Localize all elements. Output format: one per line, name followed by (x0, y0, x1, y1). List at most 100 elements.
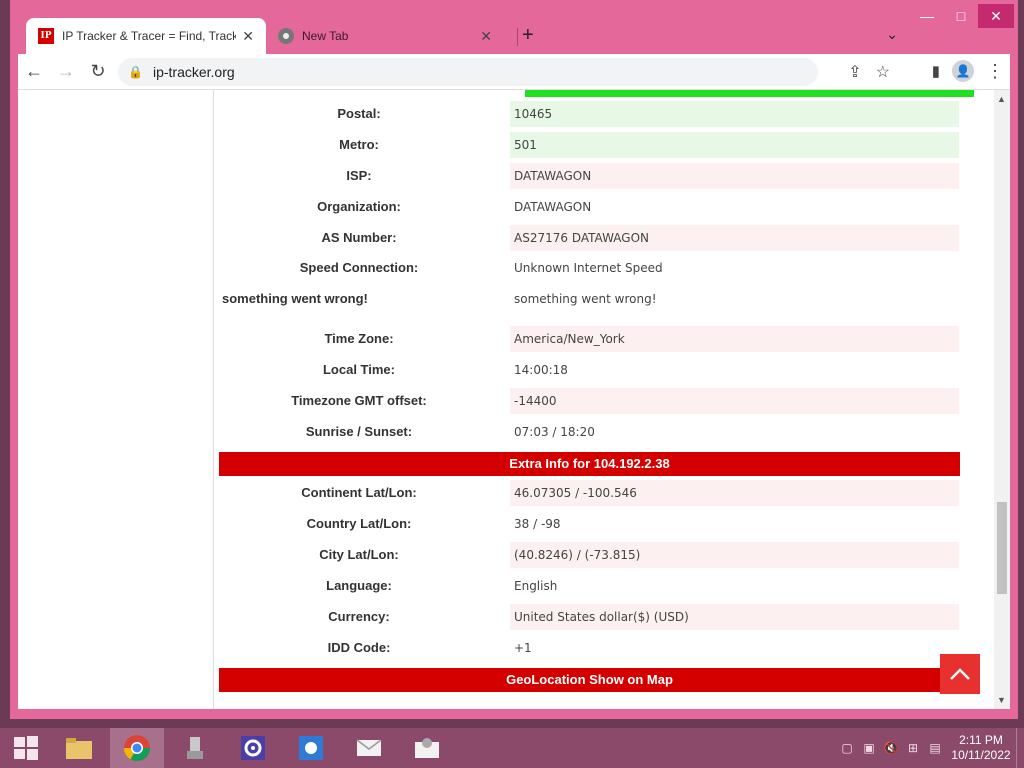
sun-icon (299, 736, 323, 760)
table-row: Postal: 10465 (214, 101, 974, 127)
table-row: Continent Lat/Lon: 46.07305 / -100.546 (214, 480, 974, 506)
tab-ip-tracker[interactable]: IP IP Tracker & Tracer = Find, Track ✕ (26, 18, 266, 54)
chrome-favicon-icon (278, 28, 294, 44)
row-value: 07:03 / 18:20 (510, 419, 959, 445)
geolocation-map-header[interactable]: GeoLocation Show on Map (219, 668, 960, 692)
usb-app-taskbar-button[interactable] (168, 728, 222, 768)
tab-close-icon[interactable]: ✕ (242, 28, 254, 45)
scroll-to-top-button[interactable] (940, 654, 980, 694)
table-row: Sunrise / Sunset: 07:03 / 18:20 (214, 419, 974, 445)
row-label: Speed Connection: (299, 260, 419, 275)
usb-drive-icon (187, 737, 203, 759)
table-row: something went wrong! something went wro… (214, 286, 974, 312)
page-viewport: Postal: 10465 Metro: 501 ISP: DATAWAGON … (18, 90, 1010, 709)
table-row: AS Number: AS27176 DATAWAGON (214, 225, 974, 251)
clock-date: 10/11/2022 (951, 748, 1011, 762)
lock-icon[interactable]: 🔒 (128, 65, 143, 79)
tab-strip: IP IP Tracker & Tracer = Find, Track ✕ N… (26, 16, 1018, 54)
row-label: Local Time: (322, 362, 395, 377)
notification-icon[interactable]: ▢ (836, 741, 858, 755)
table-row: ISP: DATAWAGON (214, 163, 974, 189)
address-bar[interactable]: 🔒 ip-tracker.org (118, 57, 818, 86)
network-icon[interactable]: ⊞ (902, 741, 924, 755)
row-label: Organization: (317, 199, 401, 214)
forward-button[interactable]: → (50, 61, 82, 82)
row-value: (40.8246) / (-73.815) (510, 542, 959, 568)
action-center-icon[interactable]: ▤ (924, 741, 946, 755)
table-row: Speed Connection: Unknown Internet Speed (214, 255, 974, 281)
weather-taskbar-button[interactable] (284, 728, 338, 768)
ip-tracker-favicon-icon: IP (38, 28, 54, 44)
taskbar-clock[interactable]: 2:11 PM 10/11/2022 (946, 733, 1016, 763)
url-text[interactable]: ip-tracker.org (153, 64, 235, 80)
mail-icon (356, 739, 382, 756)
clock-time: 2:11 PM (959, 733, 1003, 747)
tab-close-icon[interactable]: ✕ (480, 28, 492, 45)
row-value: 501 (510, 132, 959, 158)
mail-taskbar-button[interactable] (342, 728, 396, 768)
extra-info-header: Extra Info for 104.192.2.38 (219, 452, 960, 476)
gear-icon (241, 736, 265, 760)
row-value: 14:00:18 (510, 357, 959, 383)
scroll-up-arrow-icon[interactable]: ▲ (997, 94, 1006, 104)
profile-avatar[interactable]: 👤 (952, 60, 974, 82)
row-label: Continent Lat/Lon: (301, 485, 417, 500)
table-row: Language: English (214, 573, 974, 599)
row-label: something went wrong! (222, 291, 368, 306)
tab-title: New Tab (302, 29, 349, 43)
browser-window: — □ ✕ IP IP Tracker & Tracer = Find, Tra… (10, 0, 1018, 719)
row-value: -14400 (510, 388, 959, 414)
scroll-down-arrow-icon[interactable]: ▼ (997, 695, 1006, 705)
folder-tray-icon[interactable]: ▣ (858, 741, 880, 755)
row-label: Postal: (337, 106, 381, 121)
row-value: AS27176 DATAWAGON (510, 225, 959, 251)
table-row: Country Lat/Lon: 38 / -98 (214, 511, 974, 537)
new-tab-button[interactable]: + (522, 24, 534, 47)
row-label: Currency: (328, 609, 390, 624)
toolbar-right: ▮ 👤 ⋮ (932, 60, 1004, 82)
browser-menu-icon[interactable]: ⋮ (986, 61, 1004, 82)
table-row: City Lat/Lon: (40.8246) / (-73.815) (214, 542, 974, 568)
settings-taskbar-button[interactable] (226, 728, 280, 768)
row-value: 38 / -98 (510, 511, 959, 537)
row-label: Country Lat/Lon: (306, 516, 412, 531)
tab-new-tab[interactable]: New Tab ✕ (266, 18, 504, 54)
table-row: IDD Code: +1 (214, 635, 974, 661)
row-label: IDD Code: (327, 640, 391, 655)
tab-separator (517, 28, 518, 46)
row-value: something went wrong! (510, 286, 959, 312)
row-value: English (510, 573, 959, 599)
cat-app-taskbar-button[interactable] (400, 728, 454, 768)
row-value: Unknown Internet Speed (510, 255, 959, 281)
back-button[interactable]: ← (18, 61, 50, 82)
start-button[interactable] (0, 728, 52, 768)
show-desktop-button[interactable] (1016, 728, 1024, 768)
vertical-scrollbar[interactable]: ▲ ▼ (994, 90, 1010, 709)
side-panel-icon[interactable]: ▮ (932, 62, 940, 80)
row-value: America/New_York (510, 326, 959, 352)
windows-logo-icon (14, 736, 38, 760)
row-label: Timezone GMT offset: (291, 393, 427, 408)
tab-search-chevron-icon[interactable]: ⌄ (886, 26, 898, 43)
file-explorer-taskbar-button[interactable] (52, 728, 106, 768)
row-label: Language: (326, 578, 392, 593)
browser-toolbar: ← → ↻ 🔒 ip-tracker.org ⇪ ☆ ▮ 👤 ⋮ (18, 54, 1010, 90)
reload-button[interactable]: ↻ (82, 61, 114, 82)
chrome-icon (123, 735, 151, 762)
cat-icon (415, 738, 439, 758)
volume-muted-icon[interactable]: 🔇 (880, 741, 902, 755)
row-value: 46.07305 / -100.546 (510, 480, 959, 506)
system-tray: ▢ ▣ 🔇 ⊞ ▤ 2:11 PM 10/11/2022 (836, 728, 1024, 768)
row-value: DATAWAGON (510, 194, 959, 220)
bookmark-star-icon[interactable]: ☆ (876, 62, 890, 82)
table-row: Organization: DATAWAGON (214, 194, 974, 220)
omnibox-actions: ⇪ ☆ (848, 62, 890, 82)
row-label: AS Number: (321, 230, 397, 245)
chrome-taskbar-button[interactable] (110, 728, 164, 768)
share-icon[interactable]: ⇪ (848, 62, 861, 82)
row-value: United States dollar($) (USD) (510, 604, 959, 630)
green-status-bar (525, 90, 974, 97)
row-label: Sunrise / Sunset: (305, 424, 413, 439)
scrollbar-thumb[interactable] (997, 502, 1007, 594)
table-row: Timezone GMT offset: -14400 (214, 388, 974, 414)
